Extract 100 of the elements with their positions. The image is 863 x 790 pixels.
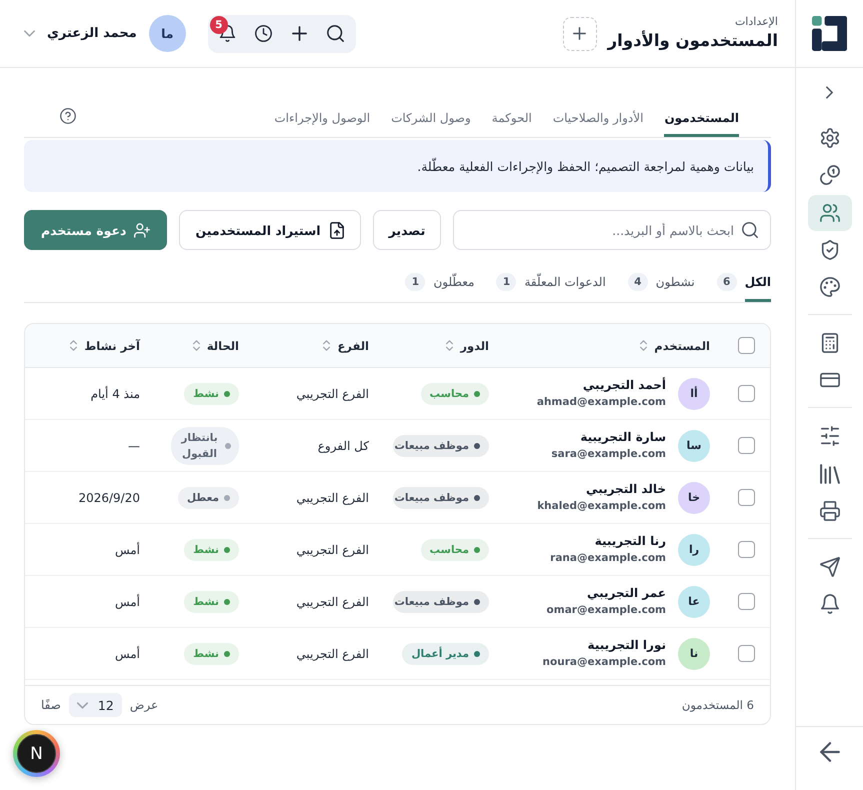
palette-icon xyxy=(820,277,840,298)
column-header[interactable]: الحالة xyxy=(192,338,239,352)
dot-icon xyxy=(224,650,230,656)
user-avatar: را xyxy=(678,534,710,566)
status-label: نشط xyxy=(193,542,219,558)
status-label: نشط xyxy=(193,386,219,402)
rows-suffix: صفًا xyxy=(41,698,61,712)
status-label: معطل xyxy=(186,490,219,506)
role-label: موظف مبيعات xyxy=(394,594,469,610)
sidebar-nav-item[interactable] xyxy=(808,194,852,231)
branch-name: الفرع التجريبي xyxy=(296,646,369,660)
dot-icon xyxy=(224,494,230,500)
user-plus-icon xyxy=(134,222,150,238)
column-header[interactable]: آخر نشاط xyxy=(70,338,140,352)
page-title: المستخدمون والأدوار xyxy=(608,29,778,52)
user-name: عمر التجريبي xyxy=(586,585,666,602)
user-email: khaled@example.com xyxy=(537,499,666,514)
account-menu-button[interactable]: محمد الزعتري xyxy=(24,26,137,41)
chevron-right-icon xyxy=(826,86,833,98)
rows-label: عرض xyxy=(130,698,158,712)
plus-icon xyxy=(292,26,308,41)
sort-icon xyxy=(640,340,648,351)
filter-count: 4 xyxy=(628,273,648,291)
help-icon xyxy=(60,108,76,124)
column-header[interactable]: المستخدم xyxy=(640,338,710,352)
user-name: أحمد التجريبي xyxy=(582,377,666,394)
column-header[interactable]: الدور xyxy=(446,338,489,352)
tab[interactable]: الحوكمة xyxy=(492,111,532,137)
user-avatar: أا xyxy=(678,378,710,410)
dot-icon xyxy=(224,546,230,552)
row-checkbox[interactable] xyxy=(738,489,754,506)
user-email: sara@example.com xyxy=(551,447,666,462)
column-header[interactable]: الفرع xyxy=(323,338,369,352)
shield-check-icon xyxy=(820,240,840,260)
dot-icon xyxy=(225,442,231,448)
row-checkbox[interactable] xyxy=(738,645,754,662)
role-label: محاسب xyxy=(430,386,469,402)
file-upload-icon xyxy=(328,222,345,238)
user-email: omar@example.com xyxy=(546,603,666,618)
gear-icon xyxy=(820,128,840,148)
filter-count: 1 xyxy=(496,273,516,291)
chevron-down-icon xyxy=(76,702,88,708)
branch-name: الفرع التجريبي xyxy=(296,490,369,504)
help-button[interactable] xyxy=(60,108,76,124)
tab[interactable]: المستخدمون xyxy=(664,111,739,137)
page-size-select[interactable]: 12 xyxy=(68,693,122,717)
logo xyxy=(812,16,847,51)
user-name: نورا التجريبية xyxy=(588,637,666,654)
user-name: خالد التجريبي xyxy=(586,481,666,498)
user-email: rana@example.com xyxy=(550,551,666,566)
export-button[interactable]: تصدير xyxy=(372,210,442,250)
user-name: سارة التجريبية xyxy=(580,429,666,446)
breadcrumb: الإعدادات xyxy=(734,14,778,29)
import-users-button[interactable]: استيراد المستخدمين xyxy=(179,210,361,250)
chevron-down-icon xyxy=(24,30,35,37)
users-icon xyxy=(820,202,840,223)
add-shortcut-button[interactable] xyxy=(562,16,597,50)
filter-count: 6 xyxy=(716,273,737,291)
coins-icon xyxy=(820,165,840,186)
dev-tools-button[interactable]: N xyxy=(13,730,60,777)
last-active: — xyxy=(128,438,140,452)
tab[interactable]: الأدوار والصلاحيات xyxy=(552,111,644,137)
branch-name: الفرع التجريبي xyxy=(296,594,369,608)
row-checkbox[interactable] xyxy=(738,593,754,610)
role-label: مدير أعمال xyxy=(411,646,469,662)
search-icon xyxy=(742,222,758,238)
user-avatar: عا xyxy=(678,586,710,618)
row-checkbox[interactable] xyxy=(738,541,754,558)
sort-icon xyxy=(70,340,78,351)
info-banner: بيانات وهمية لمراجعة التصميم؛ الحفظ والإجراءات الفعلية معطّلة. xyxy=(24,140,771,192)
role-label: موظف مبيعات xyxy=(394,438,469,454)
notifications-button[interactable]: 5 xyxy=(210,16,246,52)
clock-icon xyxy=(255,25,272,42)
tab[interactable]: الوصول والإجراءات xyxy=(274,111,370,137)
tab[interactable]: وصول الشركات xyxy=(391,111,471,137)
user-name: رنا التجريبية xyxy=(594,533,666,550)
user-avatar: سا xyxy=(678,430,710,462)
row-checkbox[interactable] xyxy=(738,437,754,454)
status-label: نشط xyxy=(193,594,219,610)
row-checkbox[interactable] xyxy=(738,385,754,402)
sort-icon xyxy=(446,340,454,351)
status-label: بانتظار القبول xyxy=(180,430,219,462)
user-avatar: خا xyxy=(678,482,710,514)
dot-icon xyxy=(224,390,230,396)
dot-icon xyxy=(224,598,230,604)
invite-user-button[interactable]: دعوة مستخدم xyxy=(24,210,168,250)
last-active: أمس xyxy=(114,542,140,556)
role-label: محاسب xyxy=(430,542,469,558)
calculator-icon xyxy=(820,333,840,354)
branch-name: الفرع التجريبي xyxy=(296,542,369,556)
status-label: نشط xyxy=(193,646,219,662)
role-label: موظف مبيعات xyxy=(394,490,469,506)
user-avatar: ما xyxy=(148,15,186,52)
printer-icon xyxy=(820,501,840,522)
last-active: منذ 4 أيام xyxy=(90,386,140,400)
last-active: أمس xyxy=(114,646,140,660)
search-icon xyxy=(327,25,344,42)
sort-icon xyxy=(323,340,330,351)
last-active: 2026/9/20 xyxy=(78,490,140,504)
select-all-checkbox[interactable] xyxy=(738,337,754,354)
